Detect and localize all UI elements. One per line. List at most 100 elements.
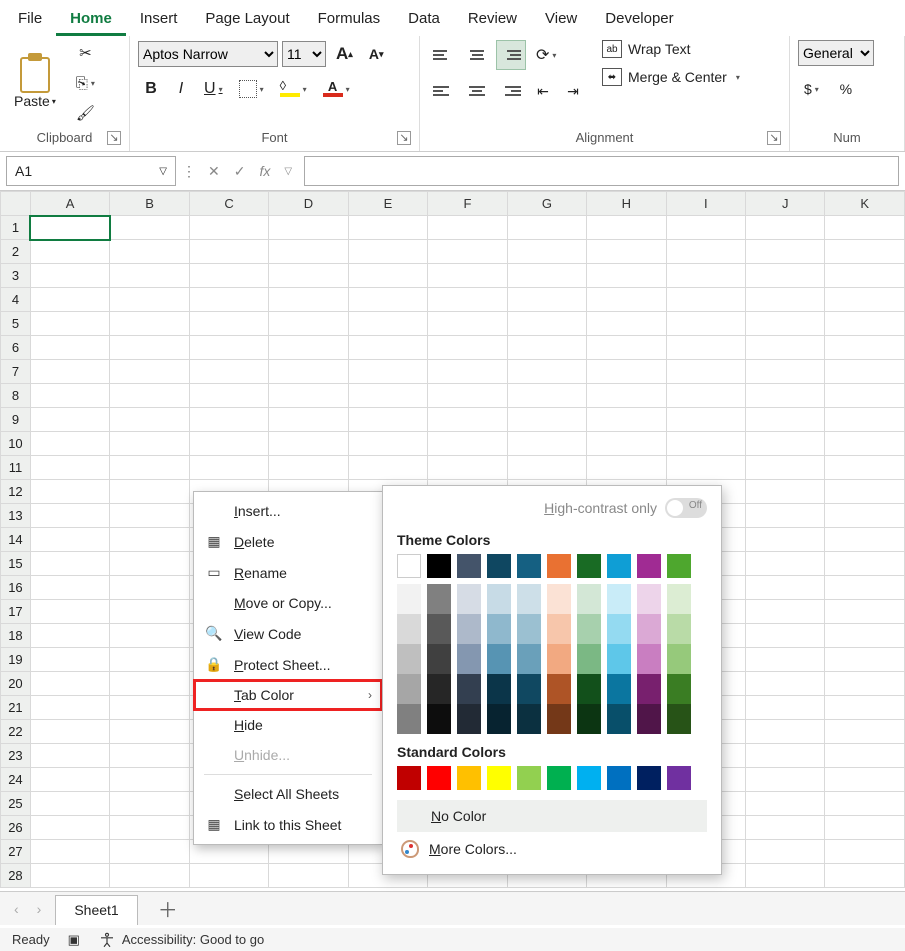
formula-input[interactable] [304, 156, 899, 186]
cell[interactable] [348, 264, 427, 288]
cell[interactable] [746, 696, 825, 720]
cell[interactable] [825, 840, 905, 864]
cell[interactable] [110, 312, 189, 336]
cell[interactable] [30, 744, 109, 768]
color-swatch[interactable] [577, 766, 601, 790]
cell[interactable] [825, 864, 905, 888]
cell[interactable] [746, 312, 825, 336]
increase-indent-button[interactable]: ⇥ [560, 78, 586, 104]
ctx-protect-sheet[interactable]: 🔒Protect Sheet... [194, 649, 382, 680]
cell[interactable] [348, 456, 427, 480]
column-header[interactable]: F [428, 192, 507, 216]
row-header[interactable]: 26 [1, 816, 31, 840]
cell[interactable] [746, 768, 825, 792]
row-header[interactable]: 12 [1, 480, 31, 504]
row-header[interactable]: 17 [1, 600, 31, 624]
color-swatch[interactable] [667, 584, 691, 614]
color-swatch[interactable] [607, 704, 631, 734]
row-header[interactable]: 15 [1, 552, 31, 576]
cell[interactable] [110, 264, 189, 288]
column-header[interactable]: H [587, 192, 666, 216]
cell[interactable] [110, 360, 189, 384]
row-header[interactable]: 8 [1, 384, 31, 408]
chevron-down-icon[interactable]: ▽ [278, 164, 298, 179]
cell[interactable] [189, 864, 268, 888]
color-swatch[interactable] [427, 644, 451, 674]
cell[interactable] [30, 768, 109, 792]
cell[interactable] [825, 816, 905, 840]
color-swatch[interactable] [397, 674, 421, 704]
row-header[interactable]: 19 [1, 648, 31, 672]
color-swatch[interactable] [397, 614, 421, 644]
cell[interactable] [825, 744, 905, 768]
color-swatch[interactable] [487, 674, 511, 704]
cell[interactable] [825, 456, 905, 480]
column-header[interactable]: E [348, 192, 427, 216]
align-right-button[interactable] [496, 76, 526, 106]
cell[interactable] [30, 840, 109, 864]
color-swatch[interactable] [637, 614, 661, 644]
ctx-link-to-sheet[interactable]: ▦Link to this Sheet [194, 809, 382, 840]
cell[interactable] [746, 864, 825, 888]
cell[interactable] [666, 240, 745, 264]
cell[interactable] [507, 456, 586, 480]
cell[interactable] [30, 216, 109, 240]
color-swatch[interactable] [487, 554, 511, 578]
cell[interactable] [666, 408, 745, 432]
color-swatch[interactable] [397, 584, 421, 614]
cell[interactable] [428, 336, 507, 360]
color-swatch[interactable] [547, 554, 571, 578]
cell[interactable] [666, 264, 745, 288]
cell[interactable] [110, 720, 189, 744]
ctx-delete[interactable]: ▦Delete [194, 526, 382, 557]
copy-button[interactable]: ⎘ [70, 70, 101, 96]
tab-insert[interactable]: Insert [126, 4, 192, 36]
cell[interactable] [428, 432, 507, 456]
cell[interactable] [507, 408, 586, 432]
cell[interactable] [746, 600, 825, 624]
color-swatch[interactable] [667, 614, 691, 644]
sheet-tab[interactable]: Sheet1 [55, 895, 137, 925]
row-header[interactable]: 14 [1, 528, 31, 552]
color-swatch[interactable] [667, 674, 691, 704]
cell[interactable] [825, 696, 905, 720]
column-header[interactable]: I [666, 192, 745, 216]
row-header[interactable]: 25 [1, 792, 31, 816]
cell[interactable] [30, 672, 109, 696]
cell[interactable] [825, 576, 905, 600]
tab-page-layout[interactable]: Page Layout [191, 4, 303, 36]
cell[interactable] [825, 240, 905, 264]
cell[interactable] [746, 504, 825, 528]
cell[interactable] [269, 216, 348, 240]
cell[interactable] [189, 384, 268, 408]
cell[interactable] [110, 576, 189, 600]
color-swatch[interactable] [397, 554, 421, 578]
cell[interactable] [110, 792, 189, 816]
cell[interactable] [110, 336, 189, 360]
cell[interactable] [428, 312, 507, 336]
cell[interactable] [189, 240, 268, 264]
tab-developer[interactable]: Developer [591, 4, 687, 36]
cell[interactable] [825, 384, 905, 408]
cell[interactable] [30, 576, 109, 600]
cell[interactable] [587, 432, 666, 456]
cell[interactable] [30, 456, 109, 480]
color-swatch[interactable] [607, 644, 631, 674]
color-swatch[interactable] [517, 554, 541, 578]
cell[interactable] [348, 240, 427, 264]
insert-function-button[interactable]: fx [253, 161, 276, 181]
cell[interactable] [428, 384, 507, 408]
cell[interactable] [269, 288, 348, 312]
ctx-move-copy[interactable]: Move or Copy... [194, 588, 382, 618]
cell[interactable] [110, 600, 189, 624]
row-header[interactable]: 21 [1, 696, 31, 720]
column-header[interactable]: J [746, 192, 825, 216]
column-header[interactable]: C [189, 192, 268, 216]
cell[interactable] [825, 792, 905, 816]
color-swatch[interactable] [547, 766, 571, 790]
color-swatch[interactable] [547, 614, 571, 644]
cell[interactable] [269, 432, 348, 456]
cell[interactable] [746, 792, 825, 816]
cell[interactable] [587, 312, 666, 336]
percent-format-button[interactable]: % [833, 76, 859, 102]
